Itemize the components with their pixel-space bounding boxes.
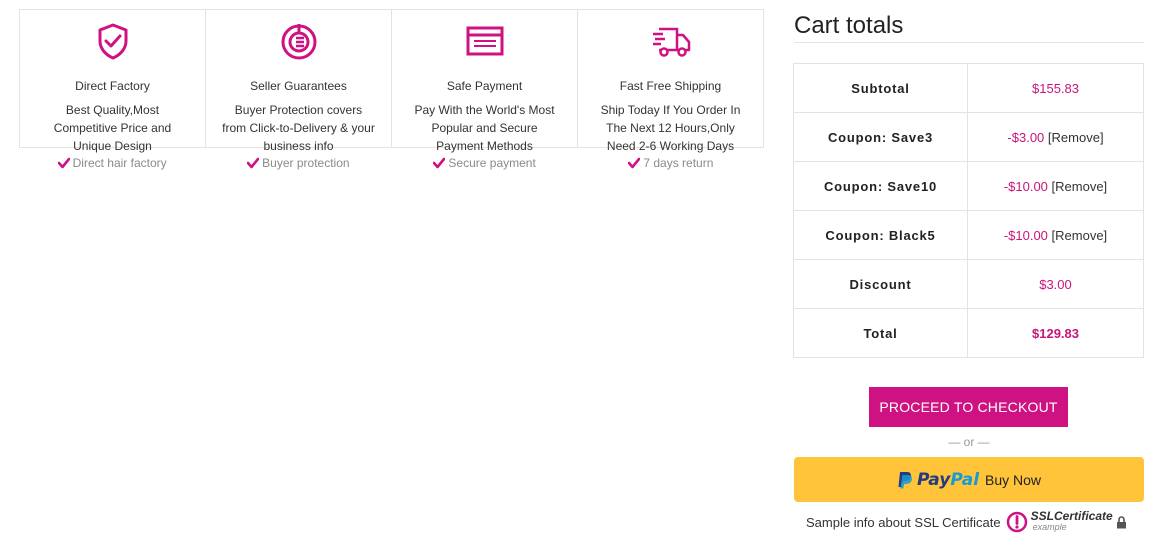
check-item-7-days-return: 7 days return bbox=[578, 156, 764, 170]
guarantee-icon bbox=[281, 24, 316, 60]
totals-row-coupon: Coupon: Black5 -$10.00 [Remove] bbox=[793, 210, 1144, 260]
totals-row-subtotal: Subtotal $155.83 bbox=[793, 63, 1144, 113]
ssl-info-text: Sample info about SSL Certificate bbox=[806, 514, 1001, 530]
divider bbox=[794, 42, 1144, 43]
cart-totals-title: Cart totals bbox=[794, 12, 904, 39]
row-value: -$3.00 bbox=[1007, 129, 1045, 145]
check-label: 7 days return bbox=[643, 156, 714, 170]
shield-check-icon bbox=[98, 23, 127, 60]
heart-check-icon bbox=[247, 157, 260, 169]
paypal-wordmark: PayPal bbox=[917, 470, 979, 490]
feature-desc-line: Buyer Protection covers bbox=[234, 103, 363, 117]
paypal-wordmark-pal: Pal bbox=[950, 469, 980, 490]
feature-title: Safe Payment bbox=[446, 79, 523, 93]
feature-desc-line: The Next 12 Hours,Only bbox=[606, 121, 735, 135]
feature-desc-line: Ship Today If You Order In bbox=[600, 103, 741, 117]
row-value-cell: -$3.00 [Remove] bbox=[967, 112, 1144, 162]
feature-fast-free-shipping: Fast Free Shipping Ship Today If You Ord… bbox=[578, 10, 763, 153]
feature-desc-line: Unique Design bbox=[73, 139, 152, 153]
features-strip: Direct Factory Best Quality,Most Competi… bbox=[19, 9, 764, 153]
feature-desc-line: business info bbox=[263, 139, 334, 153]
ssl-info: Sample info about SSL Certificate SSLCer… bbox=[806, 509, 1127, 533]
remove-coupon-link[interactable]: [Remove] bbox=[1048, 130, 1104, 145]
credit-card-icon bbox=[466, 26, 503, 56]
heart-check-icon bbox=[628, 157, 641, 169]
row-value: $3.00 bbox=[1039, 276, 1072, 292]
row-label: Subtotal bbox=[793, 63, 968, 113]
check-item-buyer-protection: Buyer protection bbox=[205, 156, 391, 170]
paypal-buy-now-button[interactable]: PayPal Buy Now bbox=[794, 457, 1144, 502]
feature-desc-line: Competitive Price and bbox=[53, 121, 172, 135]
heart-check-icon bbox=[433, 157, 446, 169]
assurance-checks: Direct hair factory Buyer protection Sec… bbox=[19, 156, 764, 170]
feature-desc-line: Pay With the World's Most bbox=[414, 103, 555, 117]
row-value-cell: $129.83 bbox=[967, 308, 1144, 358]
check-label: Buyer protection bbox=[262, 156, 350, 170]
ssl-badge[interactable]: SSLCertificate example bbox=[1006, 509, 1127, 533]
alert-icon bbox=[1006, 511, 1027, 533]
paypal-icon bbox=[898, 471, 912, 488]
row-label: Coupon: Save10 bbox=[793, 161, 968, 211]
feature-description: Buyer Protection covers from Click-to-De… bbox=[206, 101, 391, 155]
ssl-brand: SSLCertificate example bbox=[1030, 509, 1113, 533]
check-item-direct-hair-factory: Direct hair factory bbox=[19, 156, 205, 170]
feature-desc-line: Need 2-6 Working Days bbox=[606, 139, 735, 153]
row-value-cell: $155.83 bbox=[967, 63, 1144, 113]
ssl-brand-name: SSLCertificate bbox=[1030, 509, 1113, 523]
remove-coupon-link[interactable]: [Remove] bbox=[1052, 228, 1108, 243]
feature-direct-factory: Direct Factory Best Quality,Most Competi… bbox=[20, 10, 206, 153]
cart-totals-table: Subtotal $155.83 Coupon: Save3 -$3.00 [R… bbox=[793, 63, 1144, 358]
feature-safe-payment: Safe Payment Pay With the World's Most P… bbox=[392, 10, 578, 153]
feature-desc-line: Popular and Secure bbox=[431, 121, 538, 135]
paypal-logo: PayPal bbox=[897, 470, 979, 490]
feature-title: Seller Guarantees bbox=[250, 79, 347, 93]
row-value: $155.83 bbox=[1032, 80, 1079, 96]
or-separator: — or — bbox=[948, 435, 990, 449]
heart-check-icon bbox=[57, 157, 70, 169]
row-value-cell: $3.00 bbox=[967, 259, 1144, 309]
row-value: -$10.00 bbox=[1003, 178, 1048, 194]
totals-row-coupon: Coupon: Save10 -$10.00 [Remove] bbox=[793, 161, 1144, 211]
check-label: Direct hair factory bbox=[72, 156, 167, 170]
remove-coupon-link[interactable]: [Remove] bbox=[1052, 179, 1108, 194]
feature-seller-guarantees: Seller Guarantees Buyer Protection cover… bbox=[206, 10, 392, 153]
row-value: -$10.00 bbox=[1003, 227, 1048, 243]
row-label: Total bbox=[793, 308, 968, 358]
feature-description: Best Quality,Most Competitive Price and … bbox=[20, 101, 205, 155]
check-item-secure-payment: Secure payment bbox=[392, 156, 578, 170]
feature-desc-line: from Click-to-Delivery & your bbox=[222, 121, 375, 135]
feature-desc-line: Payment Methods bbox=[436, 139, 533, 153]
feature-title: Fast Free Shipping bbox=[619, 79, 722, 93]
check-label: Secure payment bbox=[448, 156, 536, 170]
delivery-truck-icon bbox=[652, 27, 690, 57]
row-value-cell: -$10.00 [Remove] bbox=[967, 161, 1144, 211]
proceed-to-checkout-button[interactable]: PROCEED TO CHECKOUT bbox=[869, 387, 1068, 427]
feature-description: Pay With the World's Most Popular and Se… bbox=[392, 101, 577, 155]
totals-row-discount: Discount $3.00 bbox=[793, 259, 1144, 309]
row-label: Coupon: Save3 bbox=[793, 112, 968, 162]
buy-now-label: Buy Now bbox=[985, 471, 1042, 488]
lock-icon bbox=[1116, 515, 1126, 528]
row-value: $129.83 bbox=[1032, 325, 1079, 341]
paypal-wordmark-pay: Pay bbox=[916, 469, 951, 490]
row-label: Coupon: Black5 bbox=[793, 210, 968, 260]
row-value-cell: -$10.00 [Remove] bbox=[967, 210, 1144, 260]
totals-row-total: Total $129.83 bbox=[793, 308, 1144, 358]
row-label: Discount bbox=[793, 259, 968, 309]
feature-description: Ship Today If You Order In The Next 12 H… bbox=[578, 101, 763, 155]
totals-row-coupon: Coupon: Save3 -$3.00 [Remove] bbox=[793, 112, 1144, 162]
feature-title: Direct Factory bbox=[75, 79, 150, 93]
ssl-brand-sub: example bbox=[1032, 522, 1067, 532]
feature-desc-line: Best Quality,Most bbox=[65, 103, 160, 117]
